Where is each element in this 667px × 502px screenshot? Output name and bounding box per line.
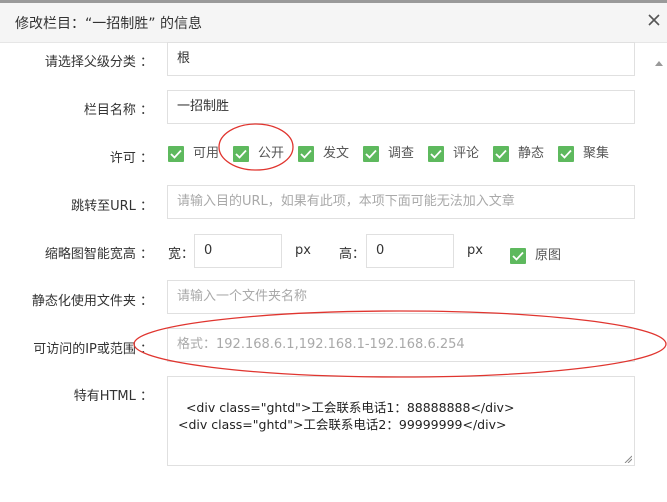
width-label: 宽： [168,247,195,262]
custom-html-textarea[interactable]: <div class="ghtd">工会联系电话1：88888888</div>… [167,376,635,466]
height-label: 高： [339,247,366,262]
parent-category-select[interactable]: 根 [167,42,635,76]
dialog-title: 修改栏目：“一招制胜” 的信息 [15,16,202,32]
checkbox-aggregate[interactable] [558,146,574,162]
redirect-url-placeholder: 请输入目的URL，如果有此项，本项下面可能无法加入文章 [177,194,515,209]
check-icon [365,149,377,159]
checkbox-original-label: 原图 [535,248,562,263]
checkbox-survey-label: 调查 [388,146,415,161]
check-icon [235,149,247,159]
check-icon [560,149,572,159]
checkbox-enabled-label: 可用 [193,146,220,161]
permissions-label: 许可 ： [109,151,153,166]
checkbox-enabled[interactable] [168,146,184,162]
close-icon[interactable] [647,13,661,27]
resize-handle-icon[interactable] [624,455,632,463]
check-icon [512,251,524,261]
checkbox-aggregate-label: 聚集 [583,146,610,161]
width-unit: px [295,243,311,258]
checkbox-public-label: 公开 [258,146,285,161]
scroll-up-arrow-icon[interactable] [655,55,663,66]
check-icon [430,149,442,159]
column-name-value: 一招制胜 [177,99,230,114]
parent-category-value: 根 [177,51,191,66]
redirect-url-input[interactable]: 请输入目的URL，如果有此项，本项下面可能无法加入文章 [167,185,635,219]
checkbox-static[interactable] [493,146,509,162]
static-folder-label: 静态化使用文件夹 ： [31,294,153,309]
checkbox-static-label: 静态 [518,146,545,161]
checkbox-comment[interactable] [428,146,444,162]
checkbox-post-label: 发文 [323,146,350,161]
height-unit: px [467,243,483,258]
thumbnail-size-label: 缩略图智能宽高 ： [44,247,153,262]
check-icon [300,149,312,159]
ip-range-input[interactable]: 格式：192.168.6.1,192.168.1-192.168.6.254 [167,328,635,362]
parent-category-label: 请选择父级分类 ： [44,55,153,70]
thumbnail-height-input[interactable]: 0 [366,234,454,268]
ip-range-label: 可访问的IP或范围 ： [33,342,153,357]
thumbnail-width-input[interactable]: 0 [194,234,282,268]
checkbox-public[interactable] [233,146,249,162]
column-name-label: 栏目名称 ： [83,103,153,118]
custom-html-label: 特有HTML ： [73,389,153,404]
redirect-url-label: 跳转至URL ： [71,199,153,214]
static-folder-placeholder: 请输入一个文件夹名称 [177,289,308,304]
dialog-titlebar: 修改栏目：“一招制胜” 的信息 [0,3,667,43]
checkbox-post[interactable] [298,146,314,162]
thumbnail-height-value: 0 [376,243,385,258]
static-folder-input[interactable]: 请输入一个文件夹名称 [167,280,635,314]
checkbox-original[interactable] [510,248,526,264]
thumbnail-width-value: 0 [204,243,213,258]
checkbox-comment-label: 评论 [453,146,480,161]
column-name-input[interactable]: 一招制胜 [167,90,635,124]
checkbox-survey[interactable] [363,146,379,162]
custom-html-value: <div class="ghtd">工会联系电话1：88888888</div>… [178,400,515,432]
ip-range-placeholder: 格式：192.168.6.1,192.168.1-192.168.6.254 [177,337,465,352]
check-icon [170,149,182,159]
check-icon [495,149,507,159]
